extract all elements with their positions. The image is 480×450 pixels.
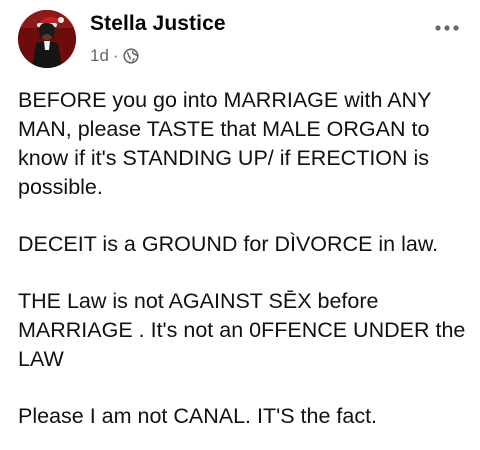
post-header: Stella Justice 1d · [18, 10, 480, 72]
more-options-icon[interactable] [434, 20, 460, 31]
post-paragraph: DECEIT is a GROUND for DÌVORCE in law. [18, 232, 439, 256]
globe-icon[interactable] [122, 48, 139, 64]
author-name[interactable]: Stella Justice [90, 12, 226, 36]
post-paragraph: THE Law is not AGAINST SĒX before MARRIA… [18, 289, 466, 371]
profile-photo [18, 10, 76, 68]
avatar[interactable] [18, 10, 76, 68]
post-paragraph: Please I am not CANAL. IT'S the fact. [18, 404, 378, 428]
meta-separator: · [112, 46, 119, 65]
post-text: BEFORE you go into MARRIAGE with ANY MAN… [18, 86, 468, 450]
post-time[interactable]: 1d [90, 46, 109, 66]
post-paragraph: BEFORE you go into MARRIAGE with ANY MAN… [18, 88, 432, 199]
post-meta: 1d · [90, 46, 139, 66]
facebook-post: Stella Justice 1d · BEFORE you go into M… [0, 0, 480, 450]
